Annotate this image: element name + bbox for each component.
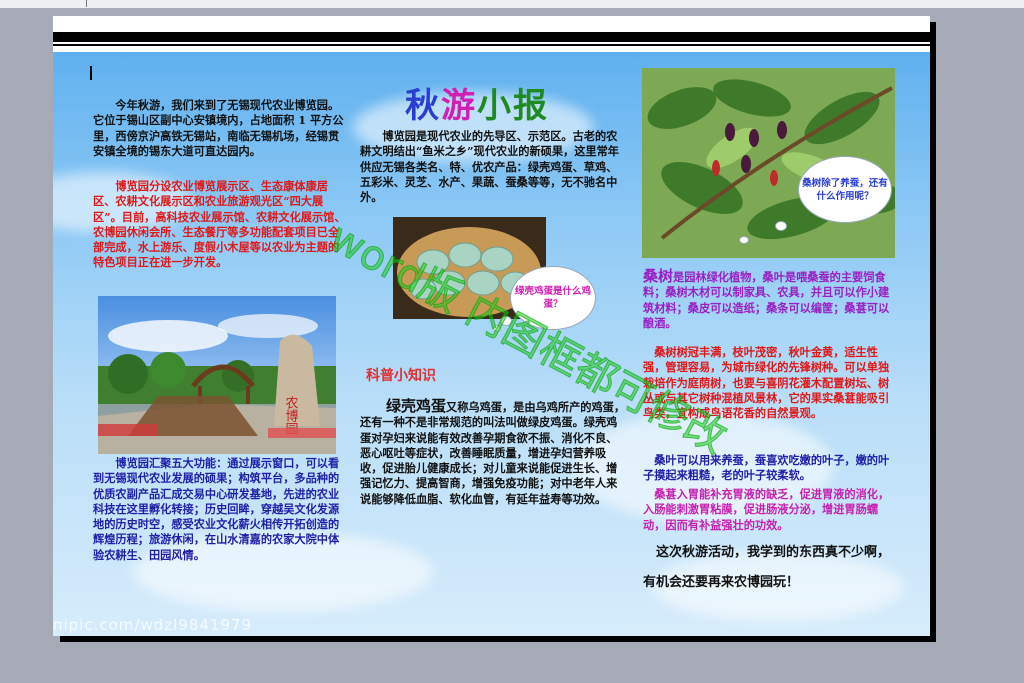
col2-intro: 博览园是现代农业的先导区、示范区。古老的农耕文明结出“鱼米之乡”现代农业的新硕果… — [360, 129, 619, 205]
bubble-tail-dot — [739, 236, 749, 244]
title-char-1: 秋 — [405, 86, 441, 126]
mulberry-question-text: 桑树除了养蚕，还有什么作用呢？ — [802, 177, 888, 202]
header-rule-thick — [53, 32, 930, 42]
garden-photo: 农博园 — [98, 296, 336, 454]
col1-functions: 博览园汇聚五大功能：通过展示窗口，可以看到无锡现代农业发展的硕果；构筑平台，多品… — [93, 456, 340, 562]
title-char-4: 报 — [513, 86, 549, 126]
newspaper-title: 秋游小报 — [405, 78, 585, 126]
bubble-tail-dot — [775, 221, 787, 231]
col1-zones: 博览园分设农业博览展示区、生态康体康居区、农耕文化展示区和农业旅游观光区“四大展… — [93, 179, 346, 270]
egg-article-body: 又称乌鸡蛋，是由乌鸡所产的鸡蛋，还有一种不是非常规范的叫法叫做绿皮鸡蛋。绿壳鸡蛋… — [360, 400, 626, 506]
closing-remark: 这次秋游活动，我学到的东西真不少啊，有机会还要再来农博园玩！ — [643, 545, 891, 590]
text-cursor — [90, 66, 92, 80]
header-rule-thin — [53, 44, 930, 46]
science-heading: 科普小知识 — [366, 368, 436, 384]
egg-article-title: 绿壳鸡蛋 — [386, 397, 447, 415]
mulberry-purple: 桑葚入胃能补充胃液的缺乏，促进胃液的消化，入肠能刺激胃粘膜，促进肠液分泌，增进胃… — [643, 487, 890, 532]
col1-intro: 今年秋游，我们来到了无锡现代农业博览园。它位于锡山区副中心安镇境内，占地面积 1… — [93, 98, 344, 158]
top-toolbar-strip — [0, 0, 1024, 8]
title-char-2: 游 — [441, 86, 477, 126]
mulberry-question-bubble: 桑树除了养蚕，还有什么作用呢？ — [798, 156, 892, 223]
document-page: 秋游小报 今年秋游，我们来到了无锡现代农业博览园。它位于锡山区副中心安镇境内，占… — [53, 16, 930, 636]
mulberry-blue: 桑叶可以用来养蚕，蚕喜欢吃嫩的叶子，嫩的叶子摸起来粗糙，老的叶子较柔软。 — [643, 453, 890, 483]
title-char-3: 小 — [477, 86, 513, 126]
site-watermark: nipic.com/wdzl9841979 — [53, 616, 253, 634]
mulberry-intro-text: 是园林绿化植物，桑叶是喂桑蚕的主要饲食料；桑树木材可以制家具、农具，并且可以作小… — [643, 270, 890, 330]
mulberry-intro: 桑树是园林绿化植物，桑叶是喂桑蚕的主要饲食料；桑树木材可以制家具、农具，并且可以… — [643, 267, 895, 331]
col2-egg-article: 绿壳鸡蛋又称乌鸡蛋，是由乌鸡所产的鸡蛋，还有一种不是非常规范的叫法叫做绿皮鸡蛋。… — [360, 397, 628, 507]
mulberry-title: 桑树 — [643, 267, 674, 285]
